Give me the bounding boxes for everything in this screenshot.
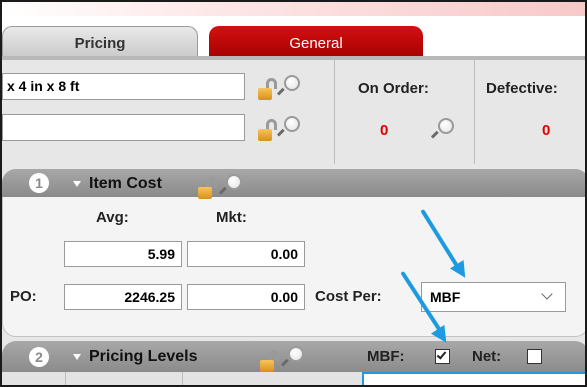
unlock-icon[interactable]: [258, 119, 277, 141]
unlock-icon[interactable]: [198, 177, 217, 199]
checkmark-icon: [436, 349, 447, 360]
po-mkt-field[interactable]: 0.00: [187, 284, 305, 310]
secondary-field[interactable]: [2, 114, 245, 141]
unlock-icon[interactable]: [260, 350, 279, 372]
column-divider: [474, 60, 475, 164]
net-label: Net:: [472, 348, 502, 365]
column-divider: [65, 372, 66, 385]
tab-general-label: General: [289, 34, 343, 52]
app-window: Pricing General x 4 in x 8 ft On Order: …: [0, 0, 587, 387]
avg-label: Avg:: [96, 209, 129, 226]
search-icon[interactable]: [276, 116, 300, 138]
chevron-down-icon: [541, 288, 553, 300]
top-gradient-strip: [2, 2, 585, 16]
on-order-value: 0: [380, 122, 389, 139]
net-checkbox[interactable]: [527, 349, 542, 364]
tab-pricing-label: Pricing: [74, 35, 126, 52]
collapse-triangle-icon[interactable]: [73, 354, 81, 360]
section-number-badge: 1: [29, 173, 49, 193]
pricing-levels-title: Pricing Levels: [89, 348, 198, 365]
search-icon[interactable]: [430, 118, 454, 140]
cost-per-label: Cost Per:: [315, 288, 382, 305]
item-description-field[interactable]: x 4 in x 8 ft: [2, 73, 245, 100]
po-label: PO:: [10, 288, 37, 305]
defective-label: Defective:: [486, 80, 558, 97]
column-divider: [334, 60, 335, 164]
search-icon[interactable]: [280, 346, 304, 368]
search-icon[interactable]: [218, 174, 242, 196]
pricing-panel: x 4 in x 8 ft On Order: 0 Defective: 0 1…: [2, 60, 585, 385]
defective-value: 0: [542, 122, 551, 139]
cost-per-select[interactable]: MBF: [421, 282, 566, 312]
highlighted-cell: [362, 372, 585, 385]
unlock-icon[interactable]: [258, 78, 277, 100]
po-cost-field[interactable]: 2246.25: [64, 284, 182, 310]
column-divider: [182, 372, 183, 385]
mkt-cost-field[interactable]: 0.00: [187, 241, 305, 267]
mbf-label: MBF:: [367, 348, 405, 365]
section-number-badge: 2: [29, 347, 49, 367]
mbf-checkbox[interactable]: [435, 349, 450, 364]
pricing-table-header: [2, 372, 585, 385]
avg-cost-field[interactable]: 5.99: [64, 241, 182, 267]
mkt-label: Mkt:: [216, 209, 247, 226]
on-order-label: On Order:: [358, 80, 429, 97]
cost-per-value: MBF: [430, 289, 461, 305]
item-cost-title: Item Cost: [89, 175, 162, 192]
search-icon[interactable]: [276, 75, 300, 97]
tab-pricing[interactable]: Pricing: [2, 26, 198, 60]
collapse-triangle-icon[interactable]: [73, 181, 81, 187]
tab-general[interactable]: General: [209, 26, 423, 60]
